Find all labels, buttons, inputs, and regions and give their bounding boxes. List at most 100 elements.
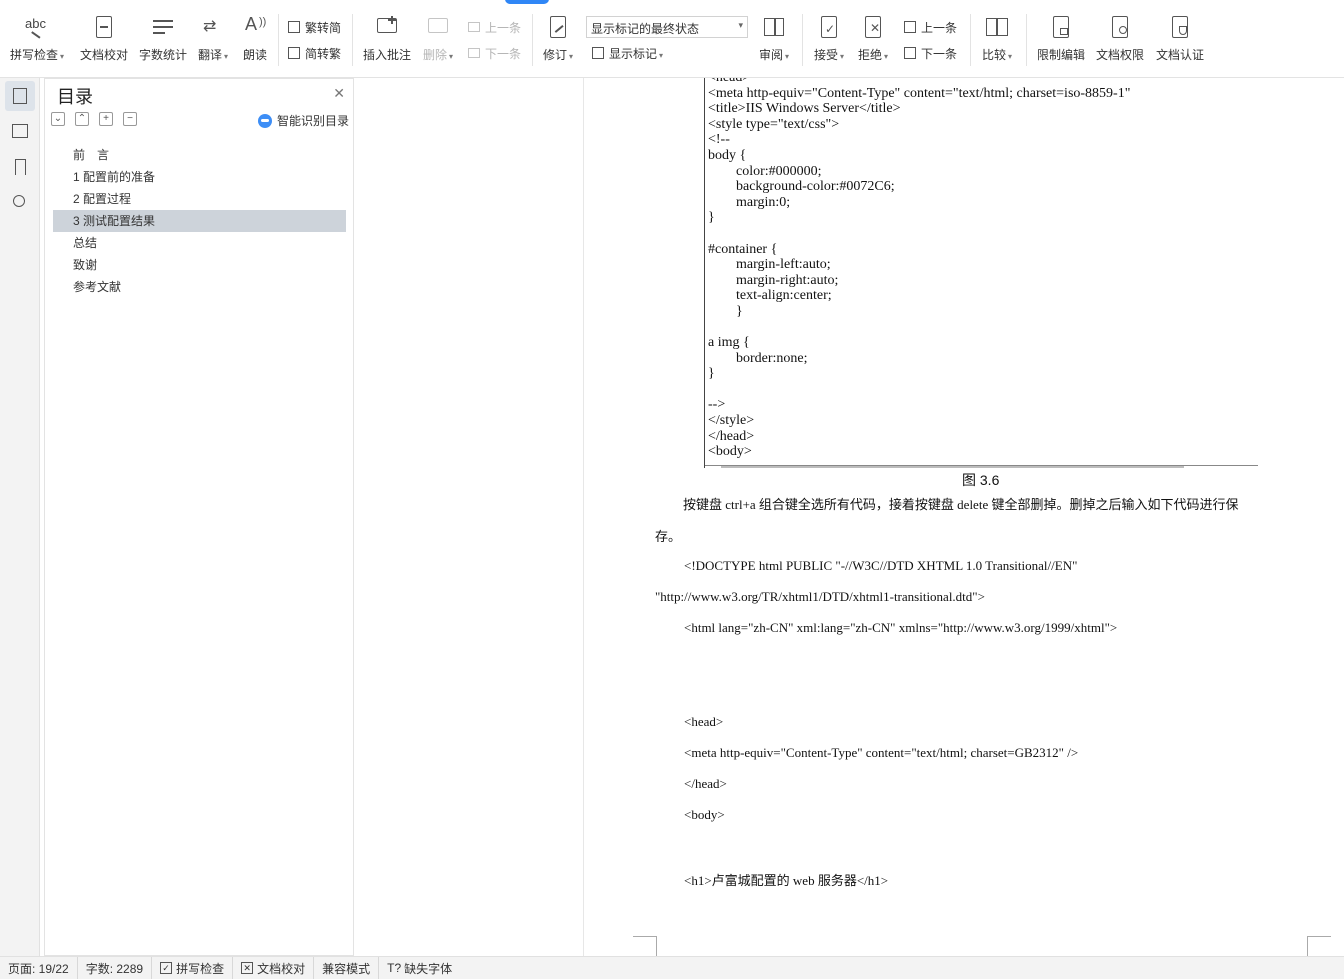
code-line: body {: [708, 147, 747, 163]
permission-icon: [1106, 14, 1134, 42]
document-page[interactable]: <head><meta http-equiv="Content-Type" co…: [585, 78, 1344, 956]
show-markup-button[interactable]: 显示标记: [590, 43, 663, 63]
toc-item[interactable]: 总结: [53, 232, 346, 254]
code-line: }: [708, 210, 715, 226]
expand-up-icon[interactable]: ⌃: [75, 112, 89, 126]
read-aloud-button[interactable]: A )) 朗读: [238, 14, 272, 66]
page-margin-mark: [633, 936, 657, 956]
ribbon-separator: [278, 14, 279, 66]
code-line: margin-right:auto;: [708, 272, 839, 288]
next-change-button[interactable]: 下一条: [902, 43, 957, 63]
simp-to-trad-button[interactable]: 简转繁: [286, 43, 341, 63]
doc-proofread-icon: [90, 14, 118, 42]
compare-button[interactable]: 比较: [978, 14, 1016, 66]
prev-change-button[interactable]: 上一条: [902, 17, 957, 37]
trad-to-simp-button[interactable]: 繁转简: [286, 17, 341, 37]
status-bar: 页面: 19/22 字数: 2289 ✓ 拼写检查 ✕ 文档校对 兼容模式 T?…: [0, 956, 1344, 979]
code-line: <html lang="zh-CN" xml:lang="zh-CN" xmln…: [684, 620, 1118, 635]
bookmark-button[interactable]: [5, 152, 35, 182]
code-line: "http://www.w3.org/TR/xhtml1/DTD/xhtml1-…: [655, 589, 985, 604]
active-tab-indicator: [505, 0, 549, 4]
restrict-edit-button[interactable]: 限制编辑: [1034, 14, 1088, 66]
accept-button[interactable]: ✓ 接受: [810, 14, 848, 66]
ribbon-separator: [970, 14, 971, 66]
code-line: <!DOCTYPE html PUBLIC "-//W3C//DTD XHTML…: [684, 558, 1078, 573]
translate-button[interactable]: ⇄ 翻译: [194, 14, 232, 66]
prev-change-icon: [902, 19, 918, 35]
word-count-indicator[interactable]: 字数: 2289: [76, 956, 151, 979]
trad-to-simp-icon: [286, 19, 302, 35]
page-margin-mark: [1307, 936, 1331, 956]
toc-item-active[interactable]: 3 测试配置结果: [53, 210, 346, 232]
document-outline-icon: [13, 88, 27, 104]
code-line: <style type="text/css">: [708, 116, 840, 132]
chevron-down-icon: ▾: [738, 20, 743, 30]
smart-toc-icon: [257, 113, 272, 128]
delete-comment-button[interactable]: 删除: [418, 14, 458, 66]
doc-permission-button[interactable]: 文档权限: [1092, 14, 1148, 66]
status-spell-check[interactable]: ✓ 拼写检查: [151, 956, 232, 979]
search-button[interactable]: [5, 188, 35, 218]
toc-item[interactable]: 参考文献: [53, 276, 346, 298]
chapter-nav-button[interactable]: [5, 116, 35, 146]
markup-state-select[interactable]: 显示标记的最终状态 ▾: [586, 16, 748, 38]
page-indicator[interactable]: 页面: 19/22: [0, 957, 77, 979]
ribbon-separator: [352, 14, 353, 66]
next-change-icon: [902, 45, 918, 61]
spell-check-button[interactable]: abc 拼写检查: [6, 14, 68, 66]
code-figure: <head><meta http-equiv="Content-Type" co…: [704, 78, 1258, 468]
toc-panel-button[interactable]: [5, 81, 35, 111]
code-line: }: [708, 303, 743, 319]
missing-font-button[interactable]: T? 缺失字体: [378, 956, 460, 979]
code-line: <body>: [684, 807, 725, 822]
next-comment-button[interactable]: 下一条: [466, 43, 521, 63]
close-icon[interactable]: ✕: [333, 85, 345, 102]
add-heading-icon[interactable]: +: [99, 112, 113, 126]
collapse-all-icon[interactable]: ⌄: [51, 112, 65, 126]
toc-item[interactable]: 致谢: [53, 254, 346, 276]
reject-icon: ✕: [859, 14, 887, 42]
code-block: <head><meta http-equiv="Content-Type" co…: [708, 78, 1130, 460]
status-doc-proofread[interactable]: ✕ 文档校对: [232, 956, 313, 979]
code-line: <!--: [708, 132, 730, 148]
code-line: <title>IIS Windows Server</title>: [708, 101, 901, 117]
pane-gap: [356, 78, 584, 956]
toc-list: 前 言 1 配置前的准备 2 配置过程 3 测试配置结果 总结 致谢 参考文献: [53, 144, 346, 298]
lock-icon: [1047, 14, 1075, 42]
review-button[interactable]: 审阅: [756, 14, 792, 66]
simp-to-trad-icon: [286, 45, 302, 61]
doc-certify-button[interactable]: 文档认证: [1152, 14, 1208, 66]
reject-button[interactable]: ✕ 拒绝: [854, 14, 892, 66]
word-count-button[interactable]: 字数统计: [136, 14, 190, 66]
code-line: <meta http-equiv="Content-Type" content=…: [684, 745, 1079, 760]
prev-comment-icon: [466, 19, 482, 35]
track-changes-button[interactable]: 修订: [538, 14, 578, 66]
toc-item[interactable]: 2 配置过程: [53, 188, 346, 210]
ribbon-separator: [1026, 14, 1027, 66]
toc-panel: 目录 ✕ ⌄ ⌃ + − 智能识别目录 前 言 1 配置前的准备 2 配置过程 …: [44, 78, 354, 956]
prev-comment-button[interactable]: 上一条: [466, 17, 521, 37]
code-line: </head>: [684, 776, 727, 791]
track-changes-icon: [544, 14, 572, 42]
toc-item[interactable]: 前 言: [53, 144, 346, 166]
next-comment-icon: [466, 45, 482, 61]
toc-item[interactable]: 1 配置前的准备: [53, 166, 346, 188]
paragraph-line: 按键盘 ctrl+a 组合键全选所有代码，接着按键盘 delete 键全部删掉。…: [683, 497, 1239, 512]
code-line: color:#000000;: [708, 163, 822, 179]
toc-title: 目录: [57, 87, 93, 107]
figure-caption: 图 3.6: [962, 472, 1000, 488]
navigation-strip: [0, 78, 40, 956]
code-line: margin:0;: [708, 194, 791, 210]
ribbon-separator: [802, 14, 803, 66]
code-line: </style>: [708, 413, 755, 429]
doc-proofread-button[interactable]: 文档校对: [76, 14, 132, 66]
code-line: <body>: [708, 444, 752, 460]
toc-tools: ⌄ ⌃ + −: [51, 112, 137, 126]
translate-icon: ⇄: [203, 18, 217, 35]
proofread-icon: ✕: [241, 962, 254, 974]
remove-heading-icon[interactable]: −: [123, 112, 137, 126]
code-line: <h1>卢富城配置的 web 服务器</h1>: [684, 873, 889, 888]
insert-comment-button[interactable]: 插入批注: [360, 14, 414, 66]
smart-toc-button[interactable]: 智能识别目录: [257, 112, 349, 129]
